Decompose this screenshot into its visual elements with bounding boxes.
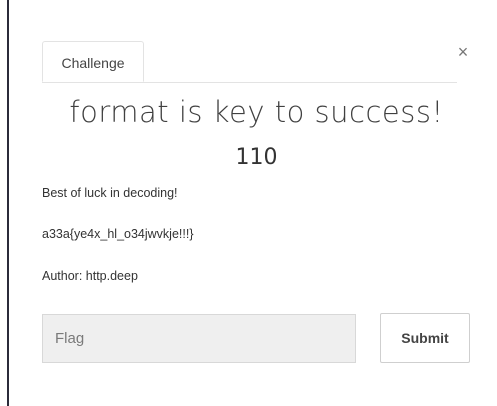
modal-tab-bar: Challenge bbox=[42, 41, 457, 83]
challenge-points: 110 bbox=[235, 145, 278, 170]
description-line: Best of luck in decoding! bbox=[42, 186, 178, 200]
description-author: Author: http.deep bbox=[42, 269, 138, 283]
challenge-title: format is key to success! bbox=[69, 95, 444, 129]
challenge-modal: Challenge × format is key to success! 11… bbox=[0, 0, 497, 406]
close-icon[interactable]: × bbox=[455, 42, 471, 62]
tab-challenge[interactable]: Challenge bbox=[42, 41, 144, 82]
flag-input[interactable] bbox=[42, 314, 356, 363]
submit-button[interactable]: Submit bbox=[380, 313, 470, 363]
description-ciphertext: a33a{ye4x_hl_o34jwvkje!!!} bbox=[42, 227, 194, 241]
window-left-border bbox=[7, 0, 9, 406]
